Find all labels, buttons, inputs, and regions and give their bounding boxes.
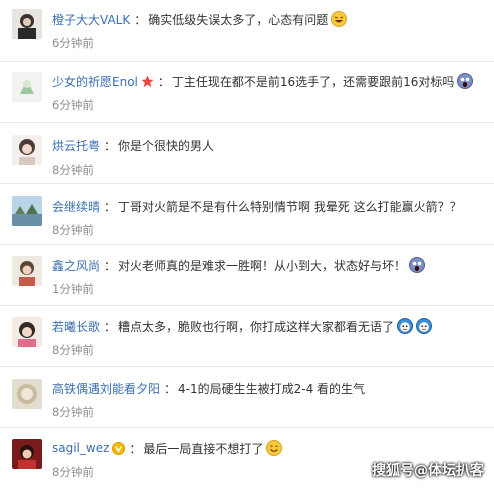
sweat-emoji-icon (416, 318, 433, 334)
colon-separator: ： (129, 441, 142, 456)
username-link[interactable]: 橙子大大VALK (52, 11, 130, 28)
timestamp: 6分钟前 (52, 98, 94, 112)
watermark: 搜狐号@体坛扒客 (372, 463, 484, 479)
colon-separator: ： (157, 74, 170, 89)
timestamp: 8分钟前 (52, 405, 94, 419)
colon-separator: ： (104, 138, 117, 153)
comment-line: 少女的祈愿Enol ： 丁主任现在都不是前16选手了，还需要跟前16对标吗 (52, 70, 488, 92)
avatar[interactable] (12, 317, 42, 347)
username-link[interactable]: 鑫之风尚 (52, 257, 100, 274)
avatar[interactable] (12, 72, 42, 102)
comment-text: 确实低级失误太多了，心态有问题 (148, 12, 329, 27)
avatar[interactable] (12, 256, 42, 286)
comment-item: 少女的祈愿Enol ： 丁主任现在都不是前16选手了，还需要跟前16对标吗 6分… (0, 62, 494, 123)
comment-text: 丁主任现在都不是前16选手了，还需要跟前16对标吗 (171, 74, 455, 89)
avatar[interactable] (12, 439, 42, 469)
comment-text: 丁哥对火箭是不是有什么特别情节啊 我晕死 这么打能赢火箭？？ (118, 199, 462, 214)
avatar[interactable] (12, 379, 42, 409)
laughing-emoji-icon (331, 11, 348, 27)
comment-list: 橙子大大VALK ： 确实低级失误太多了，心态有问题 6分钟前 少女的祈愿Eno… (0, 0, 494, 489)
comment-line: 烘云托粤 ： 你是个很快的男人 (52, 134, 488, 156)
username-link[interactable]: 少女的祈愿Enol (52, 73, 138, 90)
comment-item: 会继续晴 ： 丁哥对火箭是不是有什么特别情节啊 我晕死 这么打能赢火箭？？ 8分… (0, 184, 494, 245)
comment-line: 若曦长歌 ： 糟点太多，脆败也行啊，你打成这样大家都看无语了 (52, 315, 488, 337)
vip-badge-icon (112, 441, 126, 455)
timestamp: 8分钟前 (52, 163, 94, 177)
comment-text: 对火老师真的是难求一胜啊！从小到大，状态好与坏！ (118, 258, 407, 273)
timestamp: 8分钟前 (52, 223, 94, 237)
comment-text: 你是个很快的男人 (118, 138, 215, 153)
comment-text: 糟点太多，脆败也行啊，你打成这样大家都看无语了 (118, 319, 395, 334)
username-link[interactable]: 会继续晴 (52, 198, 100, 215)
comment-text: 4-1的局硬生生被打成2-4 看的生气 (178, 381, 366, 396)
avatar[interactable] (12, 196, 42, 226)
comment-text: 最后一局直接不想打了 (143, 441, 264, 456)
comment-line: 会继续晴 ： 丁哥对火箭是不是有什么特别情节啊 我晕死 这么打能赢火箭？？ (52, 195, 488, 217)
smile-emoji-icon (266, 440, 283, 456)
comment-item: 橙子大大VALK ： 确实低级失误太多了，心态有问题 6分钟前 (0, 0, 494, 62)
timestamp: 6分钟前 (52, 36, 94, 50)
comment-line: 橙子大大VALK ： 确实低级失误太多了，心态有问题 (52, 8, 488, 30)
comment-line: 高铁偶遇刘能看夕阳 ： 4-1的局硬生生被打成2-4 看的生气 (52, 377, 488, 399)
star-badge-icon (141, 74, 154, 87)
colon-separator: ： (104, 258, 117, 273)
timestamp: 1分钟前 (52, 282, 94, 296)
username-link[interactable]: 高铁偶遇刘能看夕阳 (52, 380, 160, 397)
timestamp: 8分钟前 (52, 343, 94, 357)
username-link[interactable]: sagil_wez (52, 441, 109, 455)
screaming-emoji-icon (457, 73, 474, 89)
username-link[interactable]: 烘云托粤 (52, 137, 100, 154)
avatar[interactable] (12, 9, 42, 39)
comment-item: 鑫之风尚 ： 对火老师真的是难求一胜啊！从小到大，状态好与坏！ 1分钟前 (0, 245, 494, 306)
comment-line: 鑫之风尚 ： 对火老师真的是难求一胜啊！从小到大，状态好与坏！ (52, 254, 488, 276)
colon-separator: ： (104, 199, 117, 214)
username-link[interactable]: 若曦长歌 (52, 318, 100, 335)
colon-separator: ： (134, 12, 147, 27)
comment-line: sagil_wez ： 最后一局直接不想打了 (52, 437, 488, 459)
timestamp: 8分钟前 (52, 465, 94, 479)
avatar[interactable] (12, 135, 42, 165)
screaming-emoji-icon (409, 257, 426, 273)
comment-item: 烘云托粤 ： 你是个很快的男人 8分钟前 (0, 123, 494, 184)
colon-separator: ： (164, 381, 177, 396)
comment-item: 高铁偶遇刘能看夕阳 ： 4-1的局硬生生被打成2-4 看的生气 8分钟前 (0, 367, 494, 428)
comment-item: 若曦长歌 ： 糟点太多，脆败也行啊，你打成这样大家都看无语了 8分钟前 (0, 306, 494, 367)
sweat-emoji-icon (397, 318, 414, 334)
colon-separator: ： (104, 319, 117, 334)
